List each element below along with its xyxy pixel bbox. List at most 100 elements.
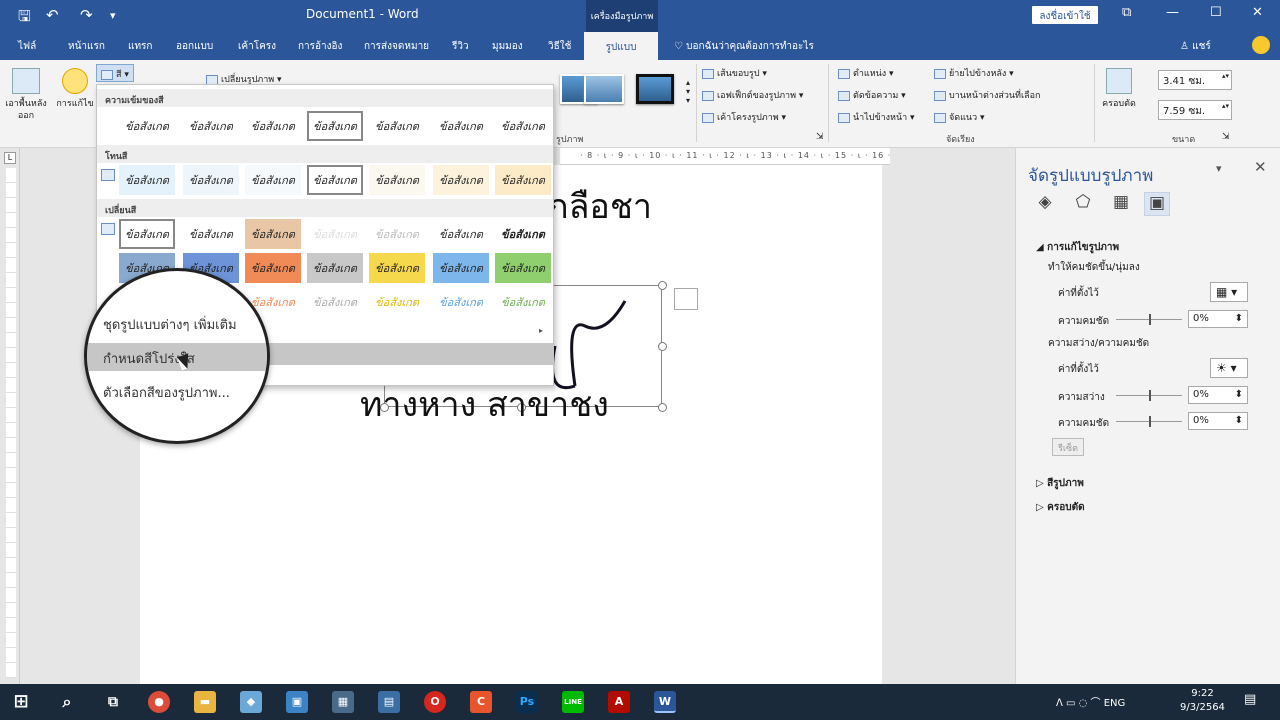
picture-color-section[interactable]: ▷ สีรูปภาพ <box>1036 476 1084 491</box>
swatch-tone-4[interactable]: ข้อสังเกต <box>307 165 363 195</box>
wrap-text-button[interactable]: ตัดข้อความ ▾ <box>838 88 906 102</box>
start-icon[interactable]: ⊞ <box>10 691 32 713</box>
task-view-icon[interactable]: ⧉ <box>102 691 124 713</box>
photoshop-icon[interactable]: Ps <box>516 691 538 713</box>
tab-help[interactable]: วิธีใช้ <box>548 39 571 54</box>
swatch-saturation-100[interactable]: ข้อสังเกต <box>307 111 363 141</box>
picture-effects-button[interactable]: เอฟเฟ็กต์ของรูปภาพ ▾ <box>702 88 803 102</box>
acrobat-icon[interactable]: A <box>608 691 630 713</box>
brightness-spin-icon[interactable]: ⬍ <box>1235 389 1243 400</box>
tab-format[interactable]: รูปแบบ <box>584 32 658 60</box>
swatch-recolor-bw-25[interactable]: ข้อสังเกต <box>369 219 425 249</box>
styles-scroll-icon[interactable]: ▴ ▾ ▾ <box>686 78 690 105</box>
picture-layout-button[interactable]: เค้าโครงรูปภาพ ▾ <box>702 110 786 124</box>
send-backward-button[interactable]: ย้ายไปข้างหลัง ▾ <box>934 66 1014 80</box>
redo-icon[interactable]: ↷ <box>80 6 93 24</box>
feedback-smiley-icon[interactable] <box>1252 36 1270 54</box>
slider-knob[interactable] <box>1149 416 1151 427</box>
layout-properties-tab-icon[interactable]: ▦ <box>1108 192 1134 216</box>
slider-knob[interactable] <box>1149 390 1151 401</box>
picture-style-thumb-3[interactable] <box>636 74 674 104</box>
tab-selector[interactable]: L <box>4 152 16 164</box>
styles-dialog-launcher[interactable]: ⇲ <box>816 132 824 142</box>
sharpness-input[interactable]: 0% ⬍ <box>1188 310 1248 328</box>
swatch-saturation-200[interactable]: ข้อสังเกต <box>369 111 425 141</box>
contrast-slider[interactable] <box>1116 416 1182 427</box>
swatch-tone-2[interactable]: ข้อสังเกต <box>183 165 239 195</box>
share-button[interactable]: ♙ แชร์ <box>1180 39 1211 54</box>
sharpness-slider[interactable] <box>1116 314 1182 325</box>
swatch-dark-light-blue[interactable]: ข้อสังเกต <box>433 253 489 283</box>
swatch-tone-1[interactable]: ข้อสังเกต <box>119 165 175 195</box>
crop-button[interactable]: ครอบตัด <box>1100 98 1138 110</box>
swatch-tone-6[interactable]: ข้อสังเกต <box>433 165 489 195</box>
crop-section[interactable]: ▷ ครอบตัด <box>1036 500 1085 515</box>
contrast-spin-icon[interactable]: ⬍ <box>1235 415 1243 426</box>
minimize-icon[interactable]: — <box>1166 5 1179 20</box>
sharpen-presets-dropdown[interactable]: ▦ ▾ <box>1210 282 1248 302</box>
line-icon[interactable]: LINE <box>562 691 584 713</box>
swatch-light-green[interactable]: ข้อสังเกต <box>495 287 551 317</box>
width-spin-icon[interactable]: ▴▾ <box>1222 102 1229 110</box>
swatch-recolor-bw-50[interactable]: ข้อสังเกต <box>433 219 489 249</box>
contrast-input[interactable]: 0% ⬍ <box>1188 412 1248 430</box>
fill-line-tab-icon[interactable]: ◈ <box>1032 192 1058 216</box>
swatch-dark-green[interactable]: ข้อสังเกต <box>495 253 551 283</box>
sharpness-spin-icon[interactable]: ⬍ <box>1235 313 1243 324</box>
app-icon-c[interactable]: C <box>470 691 492 713</box>
pane-close-icon[interactable]: ✕ <box>1254 158 1267 176</box>
resize-handle-se[interactable] <box>658 403 667 412</box>
save-icon[interactable]: 🖫 <box>18 6 31 31</box>
pane-options-dropdown-icon[interactable]: ▾ <box>1216 162 1222 175</box>
swatch-recolor-bw-75[interactable]: ข้อสังเกต <box>495 219 551 249</box>
ribbon-display-options-icon[interactable]: ⧉ <box>1122 5 1131 20</box>
bring-forward-button[interactable]: นำไปข้างหน้า ▾ <box>838 110 915 124</box>
tab-references[interactable]: การอ้างอิง <box>298 39 342 54</box>
tab-home[interactable]: หน้าแรก <box>68 39 105 54</box>
tab-file[interactable]: ไฟล์ <box>18 39 36 54</box>
swatch-recolor-washout[interactable]: ข้อสังเกต <box>307 219 363 249</box>
swatch-dark-orange[interactable]: ข้อสังเกต <box>245 253 301 283</box>
height-input[interactable]: 3.41 ซม. ▴▾ <box>1158 70 1232 90</box>
maximize-icon[interactable]: ☐ <box>1210 5 1222 20</box>
swatch-light-gray[interactable]: ข้อสังเกต <box>307 287 363 317</box>
store-icon[interactable]: ▤ <box>378 691 400 713</box>
swatch-saturation-300[interactable]: ข้อสังเกต <box>433 111 489 141</box>
brightness-slider[interactable] <box>1116 390 1182 401</box>
swatch-light-sky[interactable]: ข้อสังเกต <box>433 287 489 317</box>
picture-tab-icon[interactable]: ▣ <box>1144 192 1170 216</box>
sign-in-button[interactable]: ลงชื่อเข้าใช้ <box>1032 6 1098 24</box>
tab-review[interactable]: รีวิว <box>452 39 469 54</box>
resize-handle-e[interactable] <box>658 342 667 351</box>
resize-handle-ne[interactable] <box>658 281 667 290</box>
height-spin-icon[interactable]: ▴▾ <box>1222 72 1229 80</box>
brightness-presets-dropdown[interactable]: ☀ ▾ <box>1210 358 1248 378</box>
size-dialog-launcher[interactable]: ⇲ <box>1222 132 1230 142</box>
width-input[interactable]: 7.59 ซม. ▴▾ <box>1158 100 1232 120</box>
position-button[interactable]: ตำแหน่ง ▾ <box>838 66 894 80</box>
tab-design[interactable]: ออกแบบ <box>176 39 213 54</box>
selection-pane-button[interactable]: บานหน้าต่างส่วนที่เลือก <box>934 88 1040 102</box>
file-explorer-icon[interactable]: ▬ <box>194 691 216 713</box>
picture-corrections-section[interactable]: ◢ การแก้ไขรูปภาพ <box>1036 240 1119 255</box>
layout-options-icon[interactable] <box>674 288 698 310</box>
swatch-saturation-33[interactable]: ข้อสังเกต <box>183 111 239 141</box>
system-tray[interactable]: ᐱ ▭ ◌ ⌒ ENG <box>1056 694 1125 709</box>
app-icon-4[interactable]: ▣ <box>286 691 308 713</box>
swatch-saturation-66[interactable]: ข้อสังเกต <box>245 111 301 141</box>
swatch-dark-gray[interactable]: ข้อสังเกต <box>307 253 363 283</box>
slider-knob[interactable] <box>1149 314 1151 325</box>
app-icon-3[interactable]: ◆ <box>240 691 262 713</box>
picture-style-thumb-2[interactable] <box>584 74 624 104</box>
brightness-input[interactable]: 0% ⬍ <box>1188 386 1248 404</box>
swatch-tone-5[interactable]: ข้อสังเกต <box>369 165 425 195</box>
calculator-icon[interactable]: ▦ <box>332 691 354 713</box>
color-button[interactable]: สี ▾ <box>96 64 134 82</box>
remove-background-button[interactable]: เอาพื้นหลังออก <box>2 98 50 122</box>
tab-layout[interactable]: เค้าโครง <box>238 39 276 54</box>
swatch-recolor-none[interactable]: ข้อสังเกต <box>119 219 175 249</box>
swatch-dark-gold[interactable]: ข้อสังเกต <box>369 253 425 283</box>
swatch-recolor-sepia[interactable]: ข้อสังเกต <box>245 219 301 249</box>
swatch-tone-7[interactable]: ข้อสังเกต <box>495 165 551 195</box>
tell-me-search[interactable]: ♡ บอกฉันว่าคุณต้องการทำอะไร <box>674 39 814 54</box>
